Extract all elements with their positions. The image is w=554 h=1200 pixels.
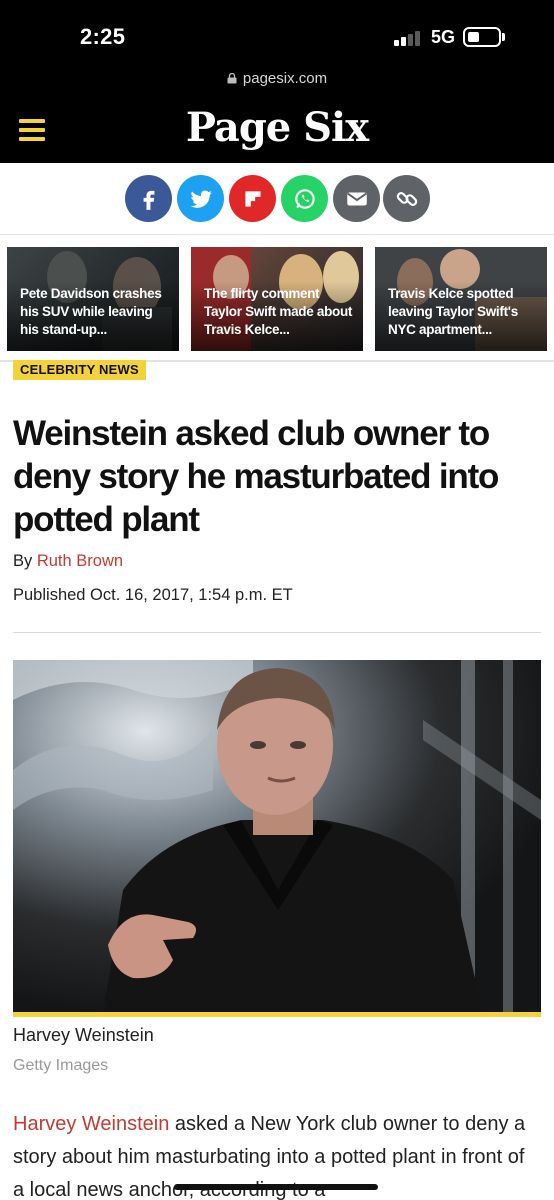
site-logo[interactable]: Page Six xyxy=(0,104,554,151)
facebook-icon xyxy=(143,190,154,210)
lock-icon xyxy=(227,73,237,84)
article-headline: Weinstein asked club owner to deny story… xyxy=(13,414,499,539)
twitter-icon xyxy=(190,190,212,208)
byline: By Ruth Brown xyxy=(13,552,123,571)
url-text: pagesix.com xyxy=(242,70,328,87)
network-type: 5G xyxy=(431,27,456,47)
whatsapp-icon xyxy=(294,188,315,209)
body-link[interactable]: Harvey Weinstein xyxy=(13,1113,169,1135)
share-bar xyxy=(0,163,554,235)
related-story-card[interactable]: Travis Kelce spotted leaving Taylor Swif… xyxy=(375,247,547,351)
photo-credit: Getty Images xyxy=(13,1057,109,1074)
related-story-card[interactable]: Pete Davidson crashes his SUV while leav… xyxy=(7,247,179,351)
battery-icon xyxy=(463,27,501,47)
related-story-title: Travis Kelce spotted leaving Taylor Swif… xyxy=(388,286,518,337)
address-bar[interactable]: pagesix.com xyxy=(0,70,554,87)
browser-header: 2:25 5G pagesix.com Page Six xyxy=(0,0,554,163)
published-date: Published Oct. 16, 2017, 1:54 p.m. ET xyxy=(13,586,293,604)
status-time: 2:25 xyxy=(80,24,126,49)
related-stories: Pete Davidson crashes his SUV while leav… xyxy=(0,236,554,362)
flipboard-share-button[interactable] xyxy=(229,175,276,222)
article-photo xyxy=(13,660,541,1014)
cellular-signal-icon xyxy=(394,30,424,46)
home-indicator[interactable] xyxy=(174,1184,378,1190)
email-share-button[interactable] xyxy=(333,175,380,222)
category-tag[interactable]: CELEBRITY NEWS xyxy=(13,360,146,380)
related-story-title: Pete Davidson crashes his SUV while leav… xyxy=(20,286,162,337)
related-story-card[interactable]: The flirty comment Taylor Swift made abo… xyxy=(191,247,363,351)
author-link[interactable]: Ruth Brown xyxy=(37,552,123,570)
email-icon xyxy=(346,192,367,205)
copy-link-button[interactable] xyxy=(383,175,430,222)
whatsapp-share-button[interactable] xyxy=(281,175,328,222)
facebook-share-button[interactable] xyxy=(125,175,172,222)
flipboard-icon xyxy=(244,190,261,207)
byline-prefix: By xyxy=(13,552,37,570)
link-icon xyxy=(396,191,417,206)
photo-accent-bar xyxy=(13,1012,541,1017)
photo-caption: Harvey Weinstein xyxy=(13,1025,154,1045)
divider xyxy=(13,632,541,633)
twitter-share-button[interactable] xyxy=(177,175,224,222)
related-story-title: The flirty comment Taylor Swift made abo… xyxy=(204,286,353,337)
